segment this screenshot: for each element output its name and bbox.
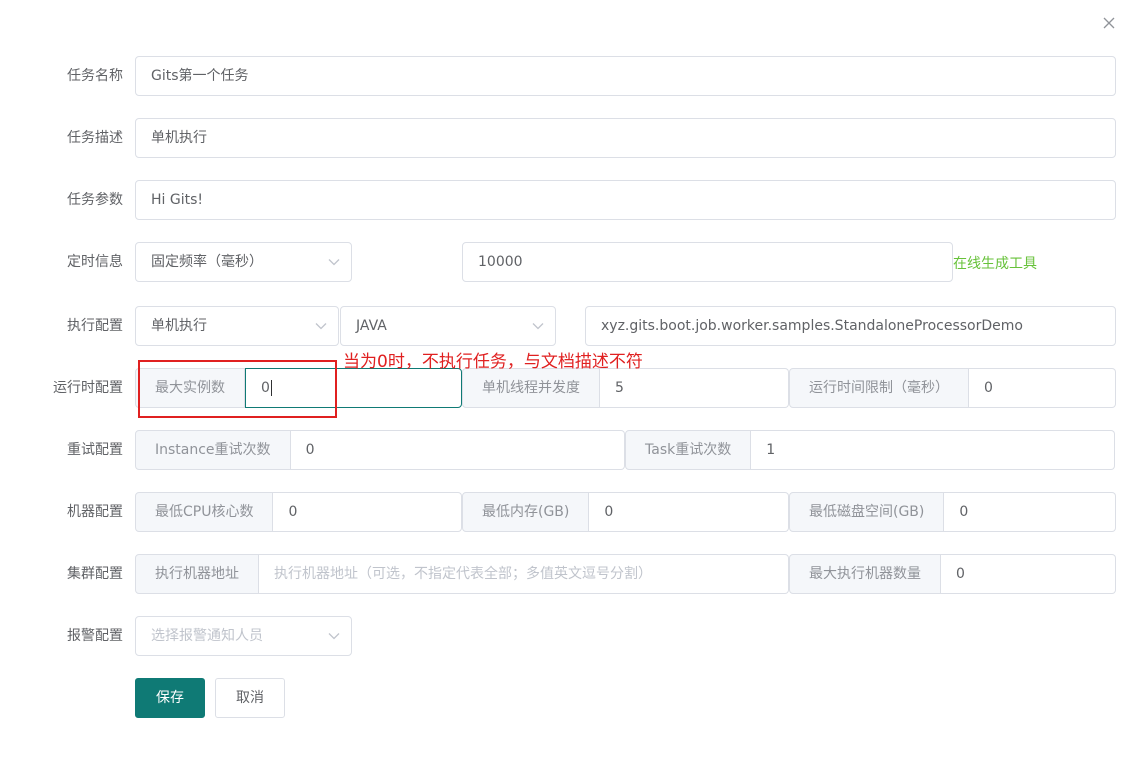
time-limit-group: 运行时间限制（毫秒） 0 <box>789 368 1116 408</box>
alarm-users-placeholder: 选择报警通知人员 <box>151 628 263 644</box>
task-params-label: 任务参数 <box>67 192 123 208</box>
schedule-type-select[interactable]: 固定频率（毫秒） <box>135 242 352 282</box>
task-name-input[interactable]: Gits第一个任务 <box>135 56 1116 96</box>
max-workers-prepend: 最大执行机器数量 <box>789 554 941 594</box>
chevron-down-icon <box>327 243 341 281</box>
processor-info-input[interactable]: xyz.gits.boot.job.worker.samples.Standal… <box>585 306 1116 346</box>
instance-retry-prepend: Instance重试次数 <box>135 430 291 470</box>
cancel-button[interactable]: 取消 <box>215 678 285 718</box>
close-icon[interactable] <box>1101 15 1117 31</box>
min-cpu-input[interactable]: 0 <box>273 492 462 532</box>
task-params-input[interactable]: Hi Gits! <box>135 180 1116 220</box>
machine-config-label: 机器配置 <box>67 504 123 520</box>
concurrency-group: 单机线程并发度 5 <box>462 368 789 408</box>
instance-retry-input[interactable]: 0 <box>290 430 625 470</box>
schedule-label: 定时信息 <box>67 254 123 270</box>
chevron-down-icon <box>327 617 341 655</box>
concurrency-input[interactable]: 5 <box>600 368 789 408</box>
designated-workers-input[interactable]: 执行机器地址（可选，不指定代表全部；多值英文逗号分割） <box>259 554 789 594</box>
min-disk-prepend: 最低磁盘空间(GB) <box>789 492 945 532</box>
chevron-down-icon <box>314 307 328 345</box>
min-cpu-group: 最低CPU核心数 0 <box>135 492 462 532</box>
runtime-config-label: 运行时配置 <box>53 380 123 396</box>
min-disk-group: 最低磁盘空间(GB) 0 <box>789 492 1116 532</box>
online-generator-link[interactable]: 在线生成工具 <box>953 244 1037 284</box>
time-limit-input[interactable]: 0 <box>969 368 1116 408</box>
task-retry-input[interactable]: 1 <box>751 430 1115 470</box>
schedule-expression-input[interactable]: 10000 <box>462 242 953 282</box>
chevron-down-icon <box>531 307 545 345</box>
alarm-config-label: 报警配置 <box>67 628 123 644</box>
annotation-note: 当为0时，不执行任务，与文档描述不符 <box>343 352 643 372</box>
designated-workers-prepend: 执行机器地址 <box>135 554 259 594</box>
task-retry-group: Task重试次数 1 <box>625 430 1115 470</box>
time-limit-prepend: 运行时间限制（毫秒） <box>789 368 969 408</box>
exec-mode-select[interactable]: 单机执行 <box>135 306 339 346</box>
cluster-config-label: 集群配置 <box>67 566 123 582</box>
annotation-highlight-box <box>138 360 337 418</box>
task-desc-label: 任务描述 <box>67 130 123 146</box>
alarm-users-select[interactable]: 选择报警通知人员 <box>135 616 352 656</box>
exec-mode-value: 单机执行 <box>151 318 207 334</box>
retry-config-label: 重试配置 <box>67 442 123 458</box>
min-cpu-prepend: 最低CPU核心数 <box>135 492 274 532</box>
task-name-label: 任务名称 <box>67 68 123 84</box>
task-retry-prepend: Task重试次数 <box>625 430 752 470</box>
min-memory-input[interactable]: 0 <box>589 492 789 532</box>
min-memory-group: 最低内存(GB) 0 <box>462 492 789 532</box>
exec-config-label: 执行配置 <box>67 318 123 334</box>
designated-workers-group: 执行机器地址 执行机器地址（可选，不指定代表全部；多值英文逗号分割） <box>135 554 789 594</box>
processor-type-value: JAVA <box>356 318 387 334</box>
schedule-type-value: 固定频率（毫秒） <box>151 254 263 270</box>
save-button[interactable]: 保存 <box>135 678 205 718</box>
max-workers-input[interactable]: 0 <box>941 554 1116 594</box>
min-memory-prepend: 最低内存(GB) <box>462 492 590 532</box>
max-workers-group: 最大执行机器数量 0 <box>789 554 1116 594</box>
task-desc-input[interactable]: 单机执行 <box>135 118 1116 158</box>
instance-retry-group: Instance重试次数 0 <box>135 430 625 470</box>
min-disk-input[interactable]: 0 <box>944 492 1116 532</box>
processor-type-select[interactable]: JAVA <box>340 306 556 346</box>
concurrency-prepend: 单机线程并发度 <box>462 368 600 408</box>
